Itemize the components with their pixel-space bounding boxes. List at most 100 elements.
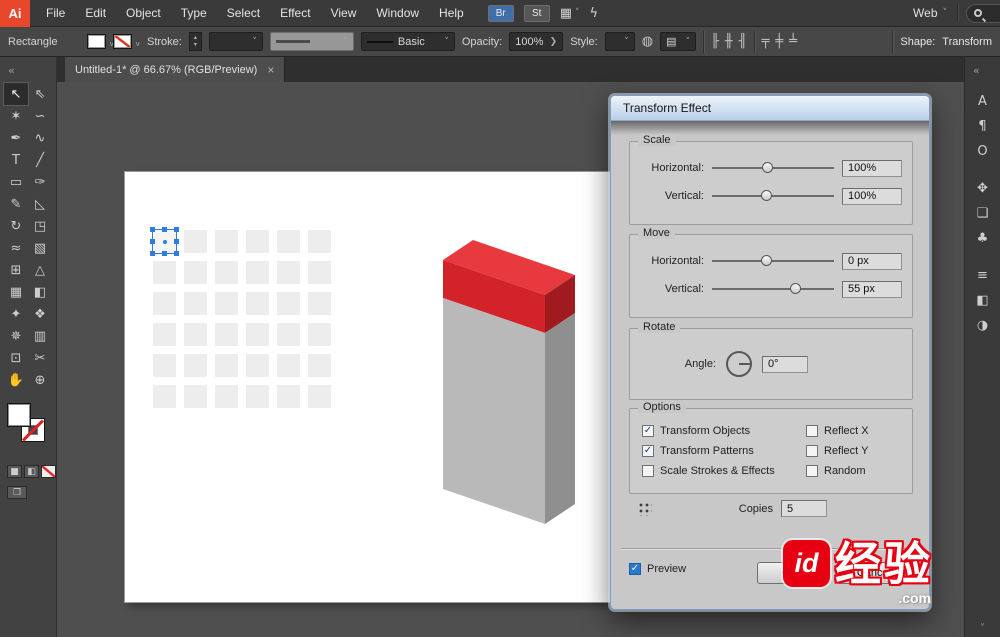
transparency-panel-icon[interactable]: ◑ (969, 313, 997, 338)
fill-swatch[interactable] (7, 403, 31, 427)
grid-rectangle[interactable] (153, 354, 176, 377)
grid-rectangle[interactable] (308, 261, 331, 284)
grid-rectangle[interactable] (308, 385, 331, 408)
menu-edit[interactable]: Edit (75, 0, 116, 26)
curvature-tool[interactable]: ∿ (28, 127, 52, 149)
selection-tool[interactable]: ↖ (4, 83, 28, 105)
grid-rectangle[interactable] (277, 261, 300, 284)
align-bottom-icon[interactable]: ╧ (789, 34, 797, 49)
gradient-panel-icon[interactable]: ◧ (969, 288, 997, 313)
tl-handle[interactable] (150, 227, 155, 232)
grid-rectangle[interactable] (184, 323, 207, 346)
expand-panels-icon[interactable]: « (965, 57, 1000, 83)
gpu-performance-icon[interactable]: ϟ (590, 6, 599, 21)
grid-rectangle[interactable] (277, 354, 300, 377)
close-tab-icon[interactable]: × (267, 63, 274, 77)
dialog-titlebar[interactable]: Transform Effect (611, 96, 929, 121)
r-handle[interactable] (174, 239, 179, 244)
mesh-tool[interactable]: ▦ (4, 281, 28, 303)
grid-rectangle[interactable] (215, 385, 238, 408)
menu-select[interactable]: Select (217, 0, 270, 26)
magic-wand-tool[interactable]: ✶ (4, 105, 28, 127)
grid-rectangle[interactable] (246, 230, 269, 253)
artboards-panel-icon[interactable]: ❏ (969, 201, 997, 226)
align-left-icon[interactable]: ╟ (711, 34, 719, 49)
menu-view[interactable]: View (321, 0, 367, 26)
transform-link[interactable]: Transform (942, 36, 992, 48)
align-center-icon[interactable]: ╫ (725, 34, 733, 49)
menu-effect[interactable]: Effect (270, 0, 320, 26)
search-box[interactable] (966, 4, 1000, 23)
paintbrush-tool[interactable]: ✑ (28, 171, 52, 193)
grid-rectangle[interactable] (277, 292, 300, 315)
stroke-panel-icon[interactable]: ≡ (969, 263, 997, 288)
grid-rectangle[interactable] (184, 292, 207, 315)
opentype-panel-icon[interactable]: O (969, 139, 997, 164)
move-horizontal-slider[interactable] (712, 254, 834, 268)
transform-patterns-checkbox[interactable]: Transform Patterns (642, 445, 806, 457)
stroke-color-swatch[interactable]: ˅ (113, 34, 132, 49)
transform-objects-checkbox[interactable]: Transform Objects (642, 425, 806, 437)
grid-rectangle[interactable] (246, 354, 269, 377)
style-select[interactable]: ˅ (605, 32, 635, 51)
app-logo-icon[interactable]: Ai (0, 0, 30, 27)
blend-tool[interactable]: ❖ (28, 303, 52, 325)
menu-window[interactable]: Window (366, 0, 429, 26)
opacity-select[interactable]: 100%❯ (509, 32, 563, 51)
move-horizontal-field[interactable]: 0 px (842, 253, 902, 270)
rectangle-tool[interactable]: ▭ (4, 171, 28, 193)
document-setup-button[interactable]: ▤˅ (660, 32, 696, 51)
ok-button[interactable]: OK (757, 562, 823, 584)
grid-rectangle[interactable] (277, 385, 300, 408)
free-transform-tool[interactable]: ▧ (28, 237, 52, 259)
bridge-button[interactable]: Br (488, 5, 514, 22)
reflect-y-checkbox[interactable]: Reflect Y (806, 445, 869, 457)
grid-rectangle[interactable] (277, 323, 300, 346)
document-tab[interactable]: Untitled-1* @ 66.67% (RGB/Preview) × (65, 57, 285, 82)
grid-rectangle[interactable] (246, 385, 269, 408)
box-illustration[interactable] (430, 232, 580, 527)
scale-tool[interactable]: ◳ (28, 215, 52, 237)
slider-thumb[interactable] (762, 162, 773, 173)
grid-rectangle[interactable] (246, 292, 269, 315)
shape-label[interactable]: Shape: (900, 36, 935, 48)
menu-help[interactable]: Help (429, 0, 474, 26)
transform-panel-icon[interactable]: ✥ (969, 176, 997, 201)
symbols-panel-icon[interactable]: ♣ (969, 226, 997, 251)
scale-horizontal-slider[interactable] (712, 161, 834, 175)
artboard-tool[interactable]: ⊡ (4, 347, 28, 369)
paragraph-panel-icon[interactable]: ¶ (969, 114, 997, 139)
width-tool[interactable]: ≈ (4, 237, 28, 259)
recolor-artwork-icon[interactable]: ◍ (642, 34, 653, 49)
stock-button[interactable]: St (524, 5, 550, 22)
workspace-switcher[interactable]: Web ˅ (903, 6, 957, 20)
grid-rectangle[interactable] (215, 230, 238, 253)
t-handle[interactable] (162, 227, 167, 232)
zoom-tool[interactable]: ⊕ (28, 369, 52, 391)
grid-rectangle[interactable] (215, 323, 238, 346)
perspective-grid-tool[interactable]: △ (28, 259, 52, 281)
direct-selection-tool[interactable]: ⇖ (28, 83, 52, 105)
menu-file[interactable]: File (36, 0, 75, 26)
screen-mode-icon[interactable]: ❐ (7, 486, 27, 499)
grid-rectangle[interactable] (308, 354, 331, 377)
grid-rectangle[interactable] (215, 261, 238, 284)
angle-field[interactable]: 0° (762, 356, 808, 373)
slice-tool[interactable]: ✂ (28, 347, 52, 369)
color-mode-icon[interactable]: ■ (7, 465, 22, 478)
lasso-tool[interactable]: ∽ (28, 105, 52, 127)
brush-definition-select[interactable]: Basic˅ (361, 32, 455, 51)
slider-thumb[interactable] (761, 190, 772, 201)
b-handle[interactable] (162, 251, 167, 256)
fill-color-swatch[interactable]: ˅ (87, 34, 106, 49)
grid-rectangle[interactable] (246, 261, 269, 284)
menu-object[interactable]: Object (116, 0, 171, 26)
grid-rectangle[interactable] (153, 323, 176, 346)
grid-rectangle[interactable] (308, 292, 331, 315)
br-handle[interactable] (174, 251, 179, 256)
type-tool[interactable]: T (4, 149, 28, 171)
align-top-icon[interactable]: ╤ (762, 34, 770, 49)
bl-handle[interactable] (150, 251, 155, 256)
cancel-button[interactable]: Cancel (837, 562, 911, 584)
hand-tool[interactable]: ✋ (4, 369, 28, 391)
